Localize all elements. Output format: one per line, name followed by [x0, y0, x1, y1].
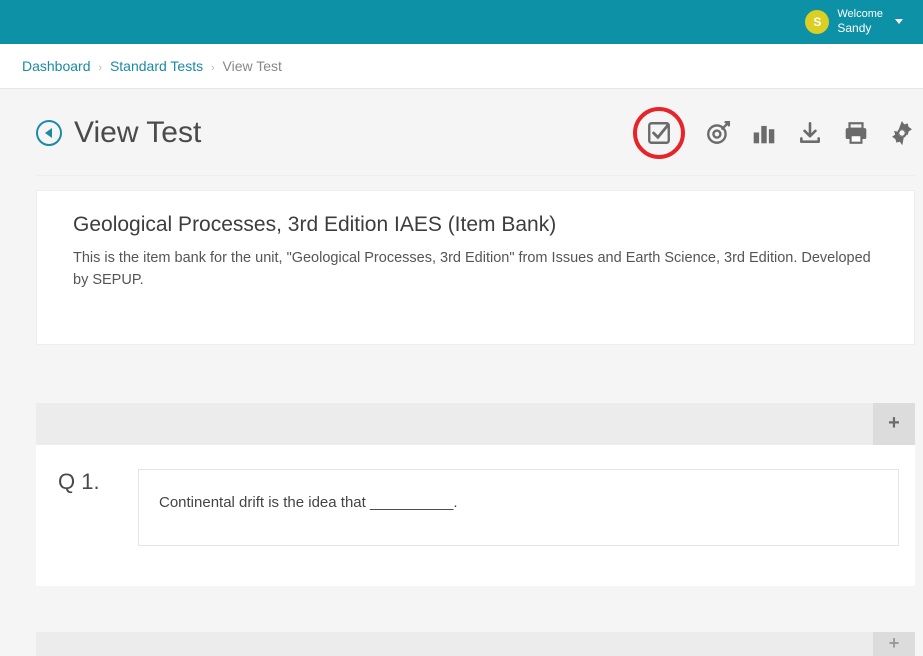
expand-question-button[interactable]: + [873, 403, 915, 445]
user-menu[interactable]: S Welcome Sandy [805, 8, 903, 36]
breadcrumb-separator: › [98, 62, 102, 74]
stats-button[interactable] [751, 120, 777, 146]
question-number: Q 1. [58, 469, 114, 546]
user-name: Sandy [837, 21, 883, 35]
question-block: + Q 1. Continental drift is the idea tha… [36, 403, 915, 586]
target-icon [705, 120, 731, 146]
expand-question-button[interactable]: + [873, 632, 915, 656]
breadcrumb-standard-tests[interactable]: Standard Tests [110, 58, 203, 74]
question-header-bar: + [36, 632, 915, 656]
bar-chart-icon [751, 120, 777, 146]
welcome-label: Welcome [837, 8, 883, 21]
check-button[interactable] [633, 107, 685, 159]
question-header-bar: + [36, 403, 915, 445]
breadcrumb-current: View Test [223, 58, 282, 74]
test-info-card: Geological Processes, 3rd Edition IAES (… [36, 190, 915, 345]
download-button[interactable] [797, 120, 823, 146]
back-button[interactable] [36, 120, 62, 146]
question-text: Continental drift is the idea that _____… [138, 469, 899, 546]
test-title: Geological Processes, 3rd Edition IAES (… [73, 213, 878, 237]
settings-button[interactable] [889, 120, 915, 146]
breadcrumb: Dashboard › Standard Tests › View Test [0, 44, 923, 89]
page-header: View Test [36, 89, 915, 176]
top-bar: S Welcome Sandy [0, 0, 923, 44]
print-icon [843, 120, 869, 146]
test-description: This is the item bank for the unit, "Geo… [73, 247, 878, 292]
toolbar [633, 107, 915, 159]
user-text: Welcome Sandy [837, 8, 883, 36]
print-button[interactable] [843, 120, 869, 146]
download-icon [797, 120, 823, 146]
breadcrumb-separator: › [211, 62, 215, 74]
avatar: S [805, 10, 829, 34]
check-icon [646, 120, 672, 146]
gear-icon [889, 120, 915, 146]
arrow-left-icon [45, 128, 52, 138]
target-button[interactable] [705, 120, 731, 146]
breadcrumb-dashboard[interactable]: Dashboard [22, 58, 91, 74]
chevron-down-icon [895, 19, 903, 24]
page-title: View Test [74, 116, 201, 150]
